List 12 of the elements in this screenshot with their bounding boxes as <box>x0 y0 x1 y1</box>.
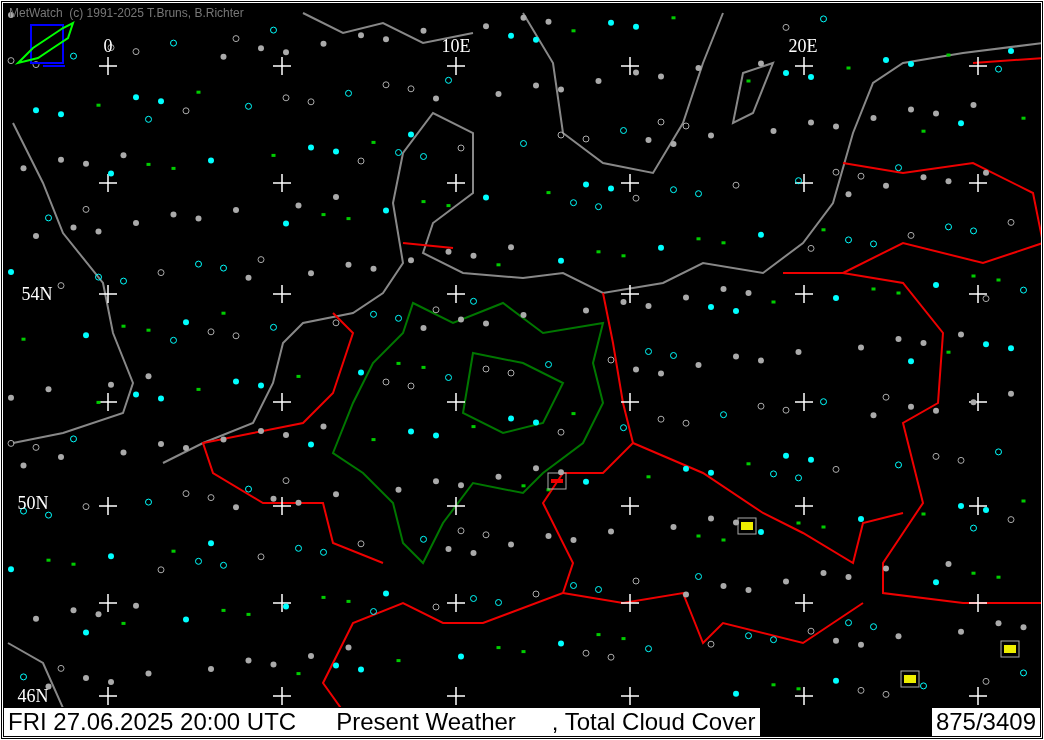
grid-label: 54N <box>21 283 53 305</box>
logo-drawing <box>14 21 75 67</box>
grid-label: 20E <box>788 35 818 57</box>
grid-label: 50N <box>17 492 49 514</box>
grid-label: 10E <box>441 35 471 57</box>
grid-label: 46N <box>17 685 49 707</box>
datetime-text: FRI 27.06.2025 20:00 UTC <box>8 708 297 736</box>
station-count: 875/3409 <box>935 708 1036 736</box>
product-suffix-text: , Total Cloud Cover <box>551 708 756 736</box>
copyright-title: MetWatch (c) 1991-2025 T.Bruns, B.Richter <box>9 6 244 20</box>
grid-label: 0 <box>103 35 113 57</box>
product-text: Present Weather <box>336 708 516 736</box>
